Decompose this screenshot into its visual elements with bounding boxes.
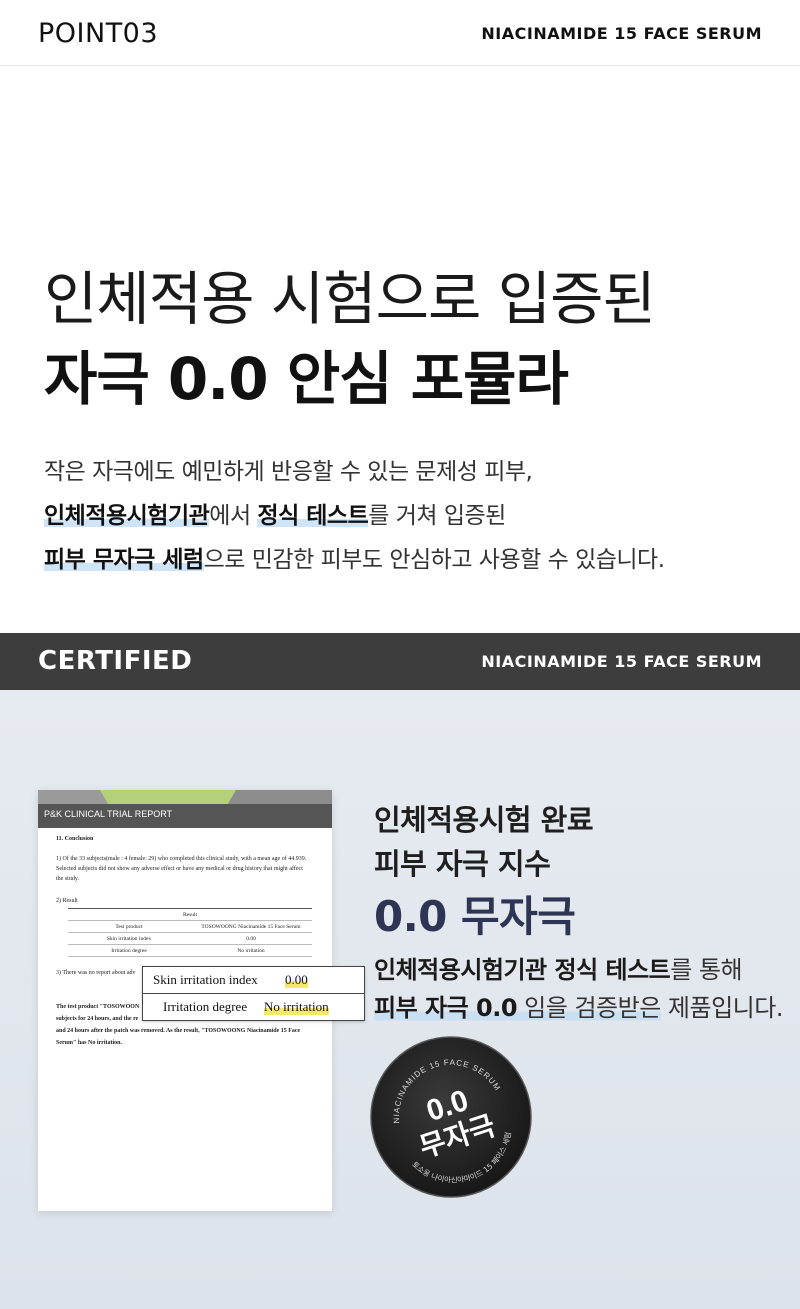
right-sub-text: 임을 검증받은 [517, 994, 661, 1022]
report-text: The test product "TOSOWOON [56, 1004, 140, 1010]
description-text: 에서 [209, 503, 258, 529]
table-cell: TOSOWOONG Niacinamide 15 Face Serum [201, 923, 301, 930]
report-text: subjects for 24 hours, and the re [56, 1016, 139, 1022]
top-header: POINT03 NIACINAMIDE 15 FACE SERUM [0, 0, 800, 66]
description-line2: 인체적용시험기관에서 정식 테스트를 거쳐 입증된 [44, 496, 764, 530]
right-sub-highlight: 피부 자극 0.0 임을 검증받은 [374, 994, 661, 1022]
description-bold-institution: 인체적용시험기관 [44, 503, 210, 529]
description-text: 를 거쳐 입증된 [368, 503, 506, 529]
product-name: NIACINAMIDE 15 FACE SERUM [481, 24, 762, 43]
description-text: 으로 민감한 피부도 안심하고 사용할 수 있습니다. [203, 547, 665, 573]
point-label: POINT03 [38, 18, 159, 49]
right-title-line1: 인체적용시험 완료 [374, 803, 594, 837]
table-cell: Test product [115, 923, 143, 930]
report-text: the study. [56, 876, 79, 882]
right-sub-line2: 피부 자극 0.0 임을 검증받은 제품입니다. [374, 988, 783, 1023]
zoom-value: No irritation [264, 999, 329, 1015]
table-header: Result [182, 911, 198, 918]
report-text: and 24 hours after the patch was removed… [56, 1028, 301, 1034]
description-bold-serum: 피부 무자극 세럼 [44, 547, 204, 573]
table-row: Irritation degree No irritation [68, 945, 312, 957]
table-cell: No irritation [237, 947, 265, 954]
report-text: Selected subjects did not show any adver… [56, 866, 303, 872]
table-cell: Skin irritation index [106, 935, 152, 942]
report-title: P&K CLINICAL TRIAL REPORT [44, 809, 173, 819]
report-text: 1) Of the 33 subjects(male : 4 female: 2… [56, 856, 307, 862]
description-line3: 피부 무자극 세럼으로 민감한 피부도 안심하고 사용할 수 있습니다. [44, 540, 764, 574]
right-title-line2: 피부 자극 지수 [374, 847, 551, 881]
irritation-zoom-callout: Skin irritation index 0.00 Irritation de… [142, 966, 365, 1021]
report-result-table: Result Test product TOSOWOONG Niacinamide… [68, 908, 312, 957]
description-bold-test: 정식 테스트 [257, 503, 369, 529]
report-section-title: 11. Conclusion [56, 836, 94, 842]
report-text: 2) Result [56, 898, 78, 904]
headline-line2: 자극 0.0 안심 포뮬라 [44, 345, 569, 413]
zoom-value: 0.00 [285, 972, 308, 988]
zoom-row-index: Skin irritation index 0.00 [143, 967, 364, 994]
certified-bar: CERTIFIED NIACINAMIDE 15 FACE SERUM [0, 633, 800, 690]
report-text: 3) There was no report about adv [56, 970, 136, 976]
table-row: Skin irritation index 0.00 [68, 933, 312, 945]
right-sub-text: 를 통해 [670, 956, 743, 984]
report-title-band: P&K CLINICAL TRIAL REPORT [38, 804, 332, 828]
right-sub-bold: 인체적용시험기관 정식 테스트 [374, 956, 671, 984]
table-cell: 0.00 [246, 935, 256, 942]
right-sub-text: 제품입니다. [660, 994, 784, 1022]
zero-irritation-badge: NIACINAMIDE 15 FACE SERUM 토소웅 나이아신아마이드 1… [370, 1036, 532, 1198]
description-line1: 작은 자극에도 예민하게 반응할 수 있는 문제성 피부, [44, 459, 533, 485]
headline-line1: 인체적용 시험으로 입증된 [44, 265, 656, 333]
report-text: Serum" has No irritation. [56, 1040, 122, 1046]
report-top-stripe [38, 790, 332, 804]
right-sub-line1: 인체적용시험기관 정식 테스트를 통해 [374, 950, 743, 985]
table-cell: Irritation degree [111, 947, 147, 954]
zoom-label: Skin irritation index [153, 972, 258, 987]
right-sub-bold: 피부 자극 0.0 [374, 994, 518, 1022]
certified-label: CERTIFIED [38, 646, 193, 676]
zoom-label: Irritation degree [163, 999, 248, 1014]
certified-product-name: NIACINAMIDE 15 FACE SERUM [481, 652, 762, 671]
table-row: Result [68, 909, 312, 921]
table-row: Test product TOSOWOONG Niacinamide 15 Fac… [68, 921, 312, 933]
right-title-emphasis: 0.0 무자극 [374, 892, 576, 941]
